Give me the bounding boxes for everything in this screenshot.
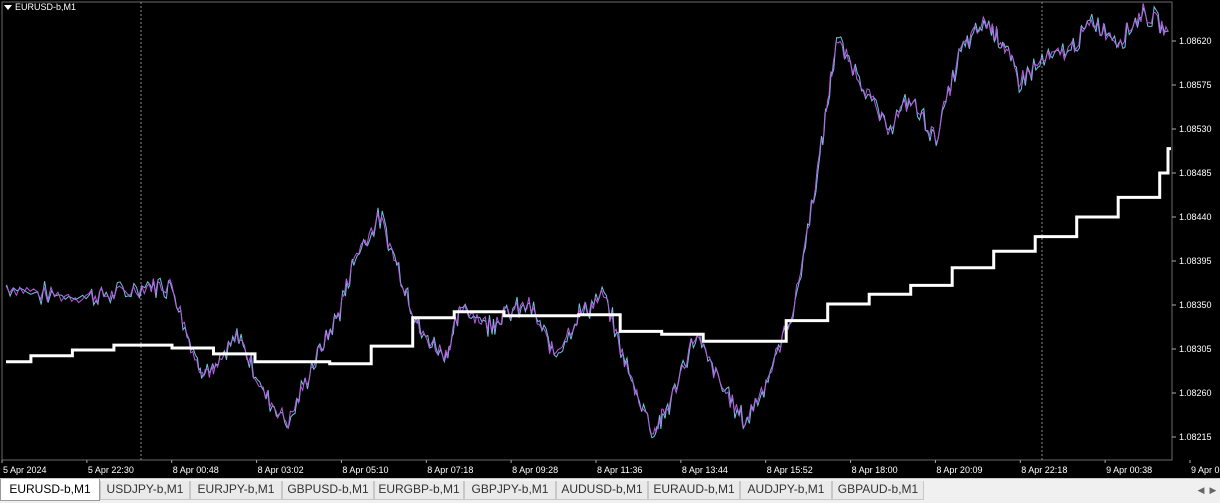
y-tick-label: 1.08575 <box>1179 80 1212 90</box>
y-tick-label: 1.08350 <box>1179 300 1212 310</box>
x-tick-label: 8 Apr 00:48 <box>173 465 219 475</box>
y-tick-label: 1.08395 <box>1179 256 1212 266</box>
tab-audusd-b-m1[interactable]: AUDUSD-b,M1 <box>556 481 648 500</box>
symbol-text: EURUSD-b,M1 <box>15 2 77 12</box>
x-tick-label: 8 Apr 07:18 <box>427 465 473 475</box>
step-indicator-line <box>6 147 1171 366</box>
y-tick-label: 1.08440 <box>1179 212 1212 222</box>
plot-frame <box>1 1 1173 461</box>
x-tick-label: 8 Apr 13:44 <box>682 465 728 475</box>
price-chart[interactable]: 1.08620 1.08575 1.08530 1.08485 1.08440 1.083… <box>0 0 1220 478</box>
tab-scroll-left-icon[interactable]: ◀ <box>1196 485 1206 495</box>
x-tick-label: 8 Apr 03:02 <box>258 465 304 475</box>
chevron-down-icon[interactable] <box>4 4 12 10</box>
tab-gbpusd-b-m1[interactable]: GBPUSD-b,M1 <box>282 481 374 500</box>
x-tick-label: 8 Apr 11:36 <box>597 465 642 475</box>
y-tick-label: 1.08260 <box>1179 388 1212 398</box>
y-tick-label: 1.08305 <box>1179 344 1212 354</box>
tab-usdjpy-b-m1[interactable]: USDJPY-b,M1 <box>100 481 190 500</box>
tab-eurjpy-b-m1[interactable]: EURJPY-b,M1 <box>190 481 282 500</box>
x-tick-label: 5 Apr 2024 <box>3 465 47 475</box>
price-line-cyan <box>6 5 1169 439</box>
tab-audjpy-b-m1[interactable]: AUDJPY-b,M1 <box>740 481 832 500</box>
x-tick-label: 8 Apr 09:28 <box>512 465 558 475</box>
symbol-label: EURUSD-b,M1 <box>4 2 76 12</box>
x-tick-label: 5 Apr 22:30 <box>88 465 134 475</box>
y-tick-label: 1.08530 <box>1179 124 1212 134</box>
price-line-magenta <box>5 3 1169 435</box>
tab-gbpjpy-b-m1[interactable]: GBPJPY-b,M1 <box>464 481 556 500</box>
x-tick-label: 9 Apr 02:54 <box>1191 465 1220 475</box>
y-tick-label: 1.08620 <box>1179 36 1212 46</box>
x-tick-label: 8 Apr 20:09 <box>936 465 982 475</box>
tab-scroll-right-icon[interactable]: ▶ <box>1208 485 1218 495</box>
x-tick-label: 8 Apr 22:18 <box>1021 465 1067 475</box>
y-tick-label: 1.08215 <box>1179 432 1212 442</box>
chart-area[interactable]: EURUSD-b,M1 1.08620 1.08575 1.08530 1.08485… <box>0 0 1220 478</box>
tab-eurgbp-b-m1[interactable]: EURGBP-b,M1 <box>374 481 464 500</box>
symbol-tabbar: EURUSD-b,M1 USDJPY-b,M1 EURJPY-b,M1 GBPUSD-… <box>0 478 1220 503</box>
tab-eurusd-b-m1[interactable]: EURUSD-b,M1 <box>0 479 100 501</box>
tab-euraud-b-m1[interactable]: EURAUD-b,M1 <box>648 481 740 500</box>
x-tick-label: 8 Apr 05:10 <box>342 465 388 475</box>
y-tick-label: 1.08485 <box>1179 168 1212 178</box>
x-tick-label: 8 Apr 15:52 <box>767 465 813 475</box>
x-tick-label: 8 Apr 18:00 <box>852 465 898 475</box>
tab-gbpaud-b-m1[interactable]: GBPAUD-b,M1 <box>832 481 924 500</box>
x-tick-label: 9 Apr 00:38 <box>1106 465 1152 475</box>
